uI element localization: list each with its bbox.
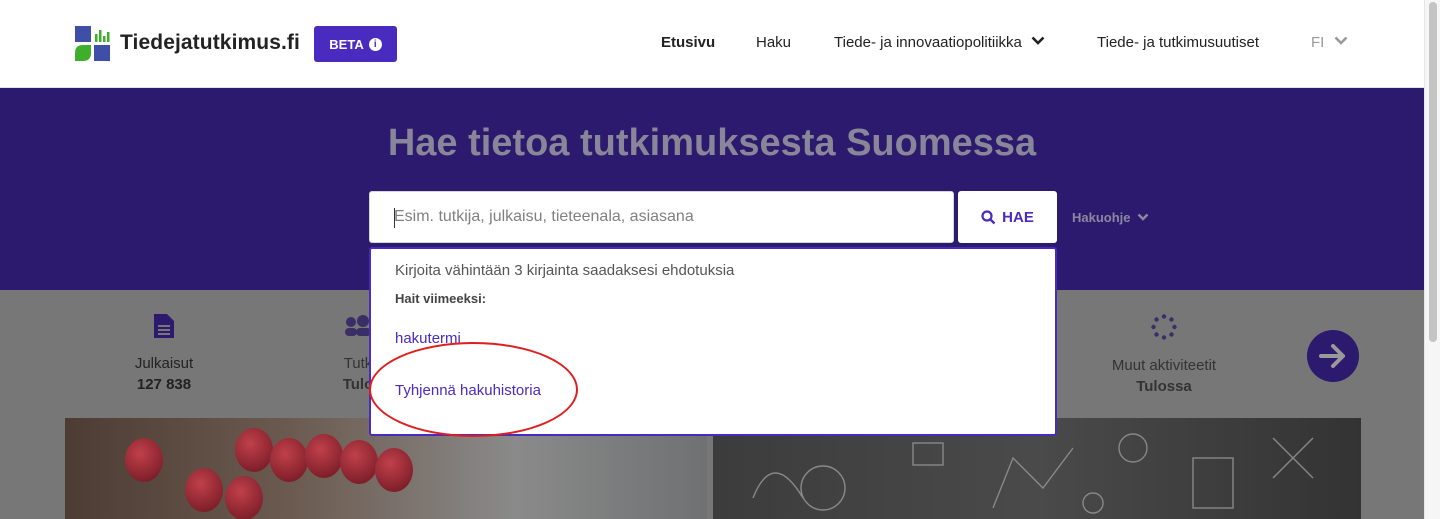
stat-julkaisut[interactable]: Julkaisut 127 838 xyxy=(64,314,264,393)
site-logo-icon[interactable] xyxy=(75,26,111,62)
stat-value: 127 838 xyxy=(136,376,192,393)
search-help-label: Hakuohje xyxy=(1072,210,1131,225)
beta-button[interactable]: BETA i xyxy=(314,26,397,62)
spinner-icon xyxy=(1151,314,1177,340)
search-help-link[interactable]: Hakuohje xyxy=(1072,210,1149,225)
suggestion-hint: Kirjoita vähintään 3 kirjainta saadakses… xyxy=(395,262,735,279)
search-button[interactable]: HAE xyxy=(958,191,1057,243)
nav-haku[interactable]: Haku xyxy=(756,34,791,51)
language-label: FI xyxy=(1311,34,1325,51)
language-selector[interactable]: FI xyxy=(1311,34,1348,51)
nav-etusivu[interactable]: Etusivu xyxy=(661,34,715,51)
stat-label: Muut aktiviteetit xyxy=(1111,357,1217,374)
nav-innovaatiopolitiikka[interactable]: Tiede- ja innovaatiopolitiikka xyxy=(834,34,1045,51)
search-box[interactable] xyxy=(369,191,954,243)
document-icon xyxy=(154,314,174,338)
stat-label: Julkaisut xyxy=(134,355,194,372)
nav-innovaatiopolitiikka-label: Tiede- ja innovaatiopolitiikka xyxy=(834,34,1022,51)
recent-search-item[interactable]: hakutermi xyxy=(395,330,461,347)
chevron-down-icon xyxy=(1334,36,1347,45)
search-button-label: HAE xyxy=(1002,208,1034,226)
stat-value: Tulossa xyxy=(1136,378,1192,395)
search-suggestions-dropdown: Kirjoita vähintään 3 kirjainta saadakses… xyxy=(369,247,1057,436)
chevron-down-icon xyxy=(1137,213,1149,221)
beta-label: BETA xyxy=(329,36,364,52)
info-icon: i xyxy=(368,37,382,51)
recent-searches-heading: Hait viimeeksi: xyxy=(395,291,487,306)
nav-uutiset[interactable]: Tiede- ja tutkimusuutiset xyxy=(1097,34,1259,51)
carousel-next-button[interactable] xyxy=(1307,330,1359,382)
clear-search-history-button[interactable]: Tyhjennä hakuhistoria xyxy=(395,382,541,399)
search-icon xyxy=(981,209,996,224)
scrollbar-thumb[interactable] xyxy=(1429,2,1437,342)
page-scrollbar[interactable] xyxy=(1424,0,1440,519)
stat-muut-aktiviteetit[interactable]: Muut aktiviteetit Tulossa xyxy=(1064,314,1264,395)
arrow-right-icon xyxy=(1319,344,1345,368)
page-title: Hae tietoa tutkimuksesta Suomessa xyxy=(387,122,1037,164)
text-caret xyxy=(394,208,395,228)
site-header: Tiedejatutkimus.fi BETA i Etusivu Haku T… xyxy=(0,0,1424,88)
chevron-down-icon xyxy=(1031,36,1045,45)
search-input[interactable] xyxy=(370,192,953,242)
site-logo-text[interactable]: Tiedejatutkimus.fi xyxy=(120,31,300,55)
